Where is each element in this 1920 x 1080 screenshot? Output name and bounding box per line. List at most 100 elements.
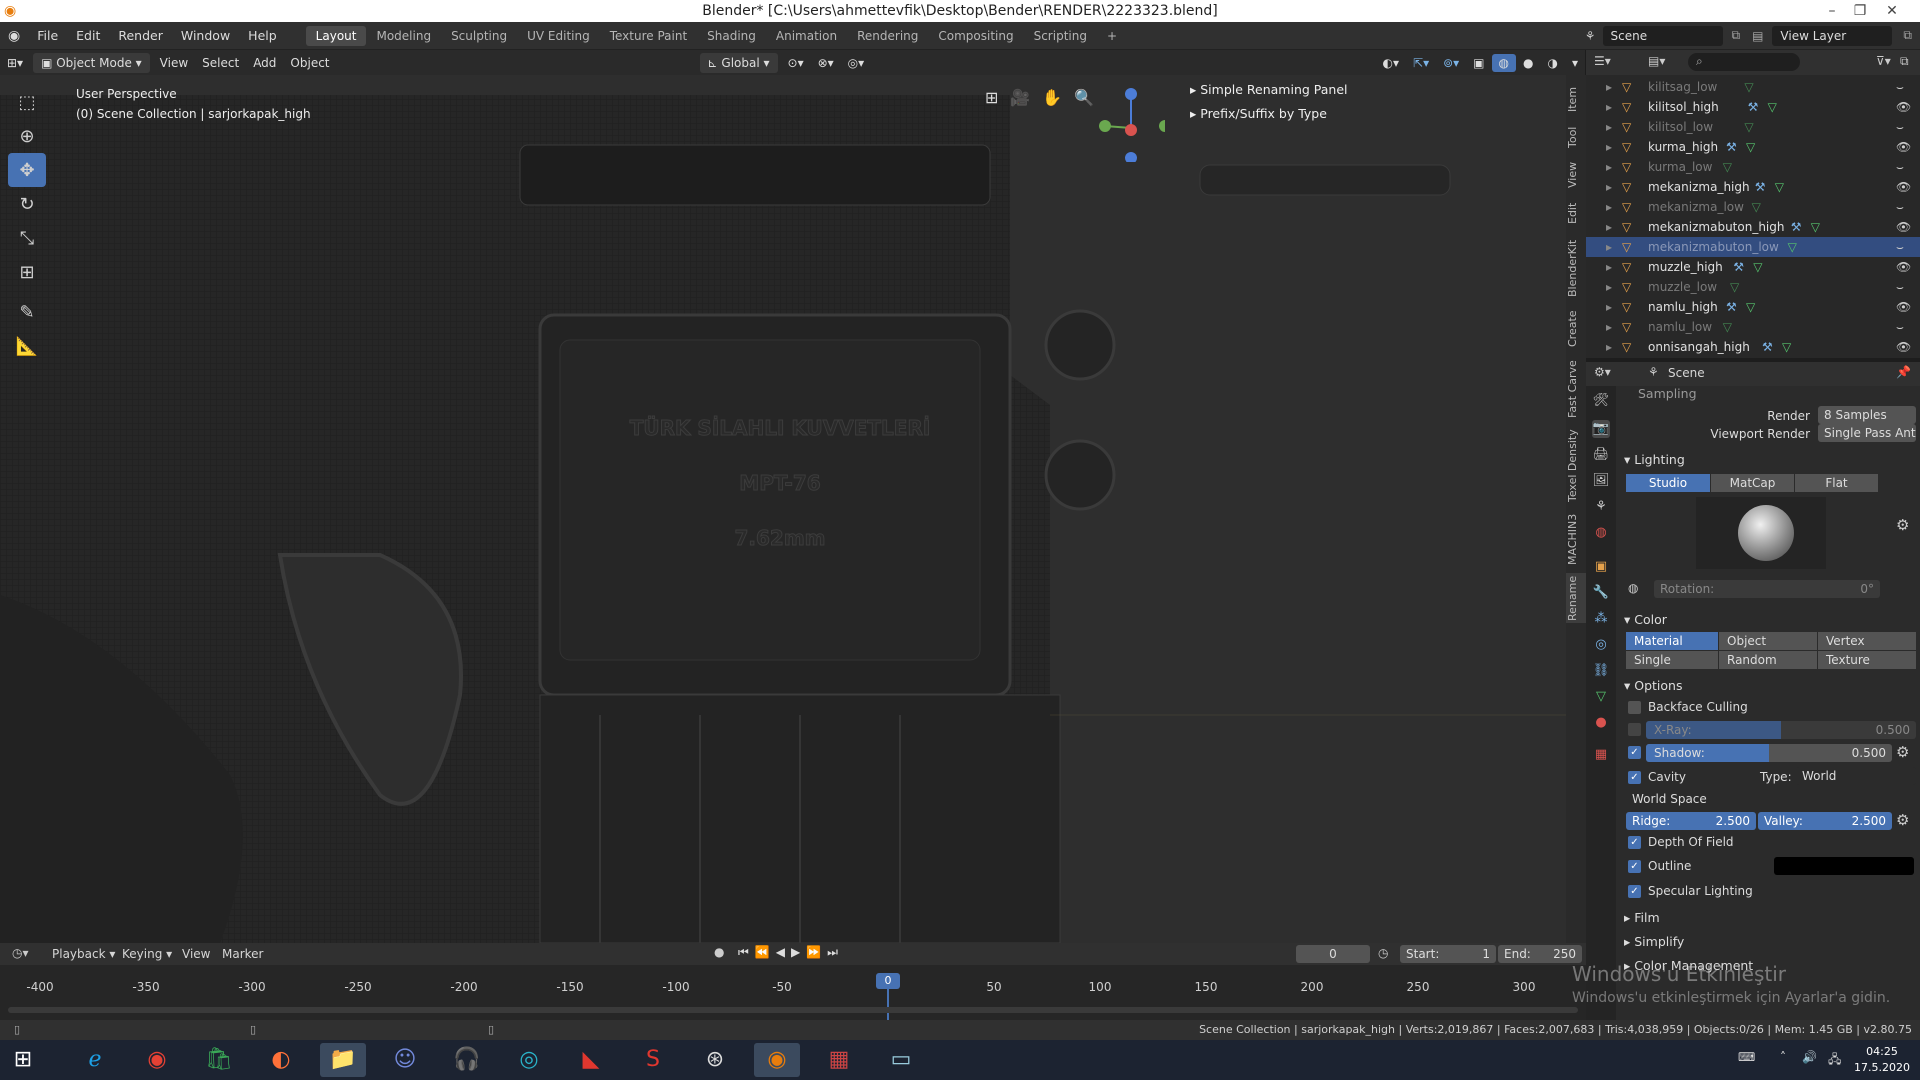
material-shading-icon[interactable]: ◑: [1540, 54, 1564, 72]
expand-arrow-icon[interactable]: ▸: [1606, 297, 1612, 317]
cavity-type-select[interactable]: World: [1796, 767, 1916, 785]
discord-icon[interactable]: ☺: [382, 1043, 428, 1077]
navigation-gizmo[interactable]: [1085, 82, 1165, 162]
outliner-row[interactable]: ▸ ▽ namlu_low ▽ ⌣: [1586, 317, 1920, 337]
expand-arrow-icon[interactable]: ▸: [1606, 277, 1612, 297]
outliner-item-name[interactable]: kurma_low: [1648, 157, 1712, 177]
outliner-row[interactable]: ▸ ▽ mekanizma_high ⚒ ▽ 👁: [1586, 177, 1920, 197]
sampling-header[interactable]: Sampling: [1638, 386, 1697, 401]
tab-uv-editing[interactable]: UV Editing: [517, 26, 600, 46]
expand-arrow-icon[interactable]: ▸: [1606, 157, 1612, 177]
firefox-icon[interactable]: ◐: [258, 1043, 304, 1077]
hidden-eye-icon[interactable]: ⌣: [1896, 117, 1904, 137]
new-scene-icon[interactable]: ⧉: [1726, 28, 1747, 43]
valley-field[interactable]: Valley: 2.500: [1758, 812, 1892, 830]
outliner-row[interactable]: ▸ ▽ mekanizma_low ▽ ⌣: [1586, 197, 1920, 217]
3d-viewport[interactable]: TÜRK SİLAHLI KUVVETLERİ MPT-76 7.62mm: [0, 75, 1566, 943]
filter-icon[interactable]: ⊽▾: [1876, 54, 1891, 68]
outliner-item-name[interactable]: kurma_high: [1648, 137, 1718, 157]
viewport-menu-select[interactable]: Select: [195, 54, 246, 72]
modifier-props-icon[interactable]: 🔧: [1592, 584, 1610, 602]
viewport-menu-object[interactable]: Object: [283, 54, 336, 72]
camera-view-icon[interactable]: 🎥: [1010, 88, 1030, 107]
outliner-item-name[interactable]: muzzle_low: [1648, 277, 1717, 297]
chrome-icon[interactable]: ◉: [134, 1043, 180, 1077]
specular-checkbox[interactable]: ✓: [1628, 885, 1641, 898]
particles-props-icon[interactable]: ⁂: [1592, 610, 1610, 628]
solid-shading-icon[interactable]: ●: [1516, 54, 1540, 72]
view-layer-props-icon[interactable]: 🖼: [1592, 472, 1610, 490]
clock[interactable]: 04:25 17.5.2020: [1852, 1044, 1912, 1076]
tab-animation[interactable]: Animation: [766, 26, 847, 46]
outliner-item-name[interactable]: onnisangah_high: [1648, 337, 1750, 357]
outliner-row[interactable]: ▸ ▽ namlu_high ⚒ ▽ 👁: [1586, 297, 1920, 317]
editor-type-icon[interactable]: ⊞▾: [0, 54, 30, 72]
proportional-edit-icon[interactable]: ◎▾: [841, 54, 872, 72]
neg-z-axis-icon[interactable]: [1125, 152, 1137, 162]
lighting-matcap-button[interactable]: MatCap: [1711, 474, 1794, 492]
volume-icon[interactable]: 🔊: [1802, 1050, 1817, 1064]
expand-arrow-icon[interactable]: ▸: [1606, 137, 1612, 157]
current-frame-field[interactable]: 0: [1296, 945, 1370, 963]
outliner-item-name[interactable]: kilitsag_low: [1648, 77, 1717, 97]
visible-eye-icon[interactable]: 👁: [1896, 257, 1911, 277]
timeline-view-menu[interactable]: View: [182, 947, 210, 961]
menu-help[interactable]: Help: [239, 28, 286, 43]
tab-fast-carve[interactable]: Fast Carve: [1566, 357, 1586, 421]
expand-arrow-icon[interactable]: ▸: [1606, 217, 1612, 237]
circle-app-icon[interactable]: ◎: [506, 1043, 552, 1077]
tab-rename[interactable]: Rename: [1566, 573, 1586, 623]
visible-eye-icon[interactable]: 👁: [1896, 217, 1911, 237]
menu-file[interactable]: File: [28, 28, 67, 43]
blender-taskbar-icon[interactable]: ◉: [754, 1043, 800, 1077]
outliner-row[interactable]: ▸ ▽ muzzle_high ⚒ ▽ 👁: [1586, 257, 1920, 277]
color-random-button[interactable]: Random: [1719, 651, 1817, 669]
outliner-row[interactable]: ▸ ▽ kilitsag_low ▽ ⌣: [1586, 77, 1920, 97]
outliner-item-name[interactable]: namlu_high: [1648, 297, 1718, 317]
menu-edit[interactable]: Edit: [67, 28, 109, 43]
tab-shading[interactable]: Shading: [697, 26, 766, 46]
visible-eye-icon[interactable]: 👁: [1896, 97, 1911, 117]
shadow-checkbox[interactable]: ✓: [1628, 746, 1641, 759]
pivot-icon[interactable]: ⊙▾: [781, 54, 811, 72]
start-frame-field[interactable]: Start: 1: [1400, 945, 1496, 963]
hidden-eye-icon[interactable]: ⌣: [1896, 157, 1904, 177]
expand-arrow-icon[interactable]: ▸: [1606, 117, 1612, 137]
viewport-render-select[interactable]: Single Pass Anti-Aliasing: [1818, 424, 1916, 442]
record-icon[interactable]: ●: [714, 945, 724, 959]
move-icon[interactable]: ✥: [8, 153, 46, 187]
notepad-icon[interactable]: ▭: [878, 1043, 924, 1077]
network-icon[interactable]: 🖧: [1828, 1050, 1841, 1071]
hidden-eye-icon[interactable]: ⌣: [1896, 77, 1904, 97]
windows-start-icon[interactable]: ⊞: [0, 1043, 46, 1077]
studio-light-preview[interactable]: [1696, 497, 1826, 569]
xray-slider[interactable]: X-Ray: 0.500: [1646, 721, 1916, 739]
lighting-studio-button[interactable]: Studio: [1626, 474, 1710, 492]
visibility-icon[interactable]: ◐▾: [1376, 54, 1407, 72]
tab-compositing[interactable]: Compositing: [928, 26, 1023, 46]
rotation-field[interactable]: Rotation: 0°: [1654, 580, 1880, 598]
tab-item[interactable]: Item: [1566, 83, 1586, 115]
wireframe-shading-icon[interactable]: ◍: [1491, 53, 1516, 72]
xray-toggle-icon[interactable]: ▣: [1466, 54, 1491, 72]
tab-layout[interactable]: Layout: [305, 25, 367, 46]
grid-view-icon[interactable]: ⊞: [985, 88, 998, 107]
tab-blenderkit[interactable]: BlenderKit: [1566, 235, 1586, 301]
playhead-frame-badge[interactable]: 0: [876, 973, 900, 989]
color-object-button[interactable]: Object: [1719, 632, 1817, 650]
outliner-item-name[interactable]: kilitsol_low: [1648, 117, 1713, 137]
file-explorer-icon[interactable]: 📁: [320, 1043, 366, 1077]
timeline-scrollbar[interactable]: [8, 1007, 1578, 1013]
expand-arrow-icon[interactable]: ▸: [1606, 197, 1612, 217]
transform-orientation[interactable]: ⊾ Global ▾: [699, 52, 778, 73]
lighting-flat-button[interactable]: Flat: [1795, 474, 1878, 492]
outliner-item-name[interactable]: namlu_low: [1648, 317, 1712, 337]
internet-explorer-icon[interactable]: ℯ: [72, 1043, 118, 1077]
outliner-search-input[interactable]: ⌕: [1688, 53, 1800, 71]
end-frame-field[interactable]: End: 250: [1498, 945, 1582, 963]
outliner-item-name[interactable]: mekanizmabuton_high: [1648, 217, 1784, 237]
add-workspace-icon[interactable]: +: [1097, 26, 1127, 46]
world-space-lighting-icon[interactable]: ◍: [1628, 581, 1638, 595]
outliner-item-name[interactable]: mekanizmabuton_low: [1648, 237, 1779, 257]
close-window-button[interactable]: ✕: [1872, 0, 1912, 22]
